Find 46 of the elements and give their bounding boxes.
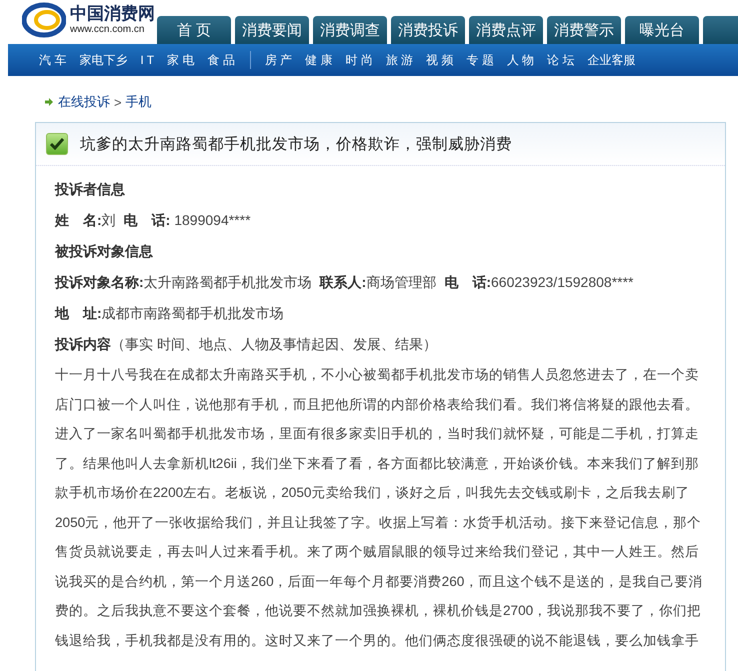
field-value: 66023923/1592808****	[491, 274, 634, 290]
content-label: 投诉内容（事实 时间、地点、人物及事情起因、发展、结果）	[55, 334, 438, 354]
field-label: 姓 名:	[55, 212, 102, 228]
nav-link[interactable]: 健 康	[305, 52, 332, 68]
section-heading: 被投诉对象信息	[55, 242, 153, 260]
logo-icon	[22, 2, 66, 38]
nav-tab[interactable]: 消费投诉	[391, 16, 465, 44]
field-label: 联系人:	[320, 274, 366, 290]
nav-tab[interactable]	[703, 16, 738, 44]
nav-link[interactable]: 论 坛	[547, 52, 575, 68]
field-value: 1899094****	[173, 212, 251, 228]
field-value: 刘	[102, 212, 116, 228]
nav-link[interactable]: 家 电	[167, 52, 194, 68]
arrow-icon	[45, 98, 53, 106]
nav-link[interactable]: 时 尚	[346, 52, 373, 68]
nav-link[interactable]: 家电下乡	[79, 52, 128, 68]
site-logo-text[interactable]: 中国消费网	[70, 4, 155, 24]
nav-tab[interactable]: 曝光台	[625, 16, 699, 44]
nav-link[interactable]: 旅 游	[386, 52, 414, 68]
section-heading: 投诉者信息	[55, 180, 125, 198]
complaint-text: 十一月十八号我在在成都太升南路买手机，不小心被蜀都手机批发市场的销售人员忽悠进去了，在一个卖店门口被一个人叫住，说他那有手机，而且把他所谓的内部价格表给我们看。我们将信将疑的跟他去看。进入了一家名叫蜀都手机批发市场，里面有很多家卖旧手机的，当时我们就怀疑，可能是二手机，打算走了。结果他叫人去拿新机lt26ii，我们坐下来看了看，各方面都比较满意，开始谈价钱。本来我们了解到那款手机市场价在2200左右。老板说，2050元卖给我们，谈好之后，叫我先去交钱或刷卡，之后我去刷了2050元，他开了一张收据给我们，并且让我签了字。收据上写着：水货手机活动。接下来登记信息，那个售货员就说要走，再去叫人过来看手机。来了两个贼眉鼠眼的领导过来给我们登记，其中一人姓王。然后说我买的是合约机，第一个月送260，后面一年每个月都要消费260，而且这个钱不是送的，是我自己要消费的。之后我执意不要这个套餐，他说要不然就加强换裸机，裸机价钱是2700，我说那我不要了，你们把钱退给我，手机我都是没有用的。这时又来了一个男的。他们俩态度很强硬的说不能退钱，要么加钱拿手	[55, 366, 704, 650]
site-url: www.ccn.com.cn	[70, 24, 146, 36]
field-label: 电 话:	[444, 274, 492, 290]
nav-link[interactable]: 汽 车	[39, 52, 66, 68]
nav-tab[interactable]: 消费点评	[469, 16, 543, 44]
field-value: 太升南路蜀都手机批发市场	[144, 274, 312, 290]
field-label: 地 址:	[55, 304, 102, 320]
field-label: 电 话:	[124, 212, 170, 228]
nav-link[interactable]: 食 品	[207, 52, 235, 68]
nav-tab[interactable]: 消费警示	[547, 16, 621, 44]
nav-link[interactable]: 房 产	[264, 52, 292, 68]
nav-link[interactable]: 企业客服	[588, 52, 636, 68]
breadcrumb-link[interactable]: 手机	[126, 93, 152, 111]
nav-link[interactable]: 视 频	[426, 52, 454, 68]
nav-link[interactable]: 人 物	[506, 52, 534, 68]
field-label: 投诉对象名称:	[55, 274, 144, 290]
breadcrumb-link[interactable]: 在线投诉	[58, 93, 110, 111]
field-value: 成都市南路蜀都手机批发市场	[102, 304, 284, 320]
nav-tab[interactable]: 消费要闻	[235, 16, 309, 44]
nav-link[interactable]: 专 题	[466, 52, 494, 68]
nav-tab[interactable]: 首 页	[157, 16, 231, 44]
nav-tab[interactable]: 消费调查	[313, 16, 387, 44]
nav-link[interactable]: I T	[140, 53, 154, 67]
complaint-title: 坑爹的太升南路蜀都手机批发市场，价格欺诈，强制威胁消费	[80, 134, 512, 154]
field-value: 商场管理部	[366, 274, 436, 290]
breadcrumb-separator: >	[114, 94, 122, 110]
